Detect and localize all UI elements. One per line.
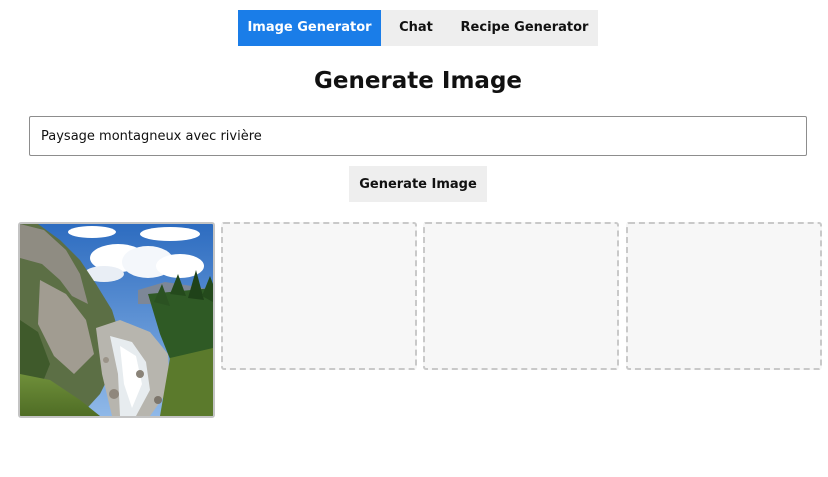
generated-image-slot[interactable] [18,222,215,418]
generate-image-button[interactable]: Generate Image [349,166,487,202]
tab-recipe-generator[interactable]: Recipe Generator [451,10,598,46]
tab-bar: Image Generator Chat Recipe Generator [238,10,598,46]
empty-image-slot [423,222,619,370]
generated-landscape-image [20,224,213,416]
tab-chat[interactable]: Chat [381,10,451,46]
empty-image-slot [221,222,417,370]
tab-image-generator[interactable]: Image Generator [238,10,381,46]
empty-image-slot [626,222,822,370]
page-title: Generate Image [313,68,523,94]
prompt-input[interactable] [29,116,807,156]
